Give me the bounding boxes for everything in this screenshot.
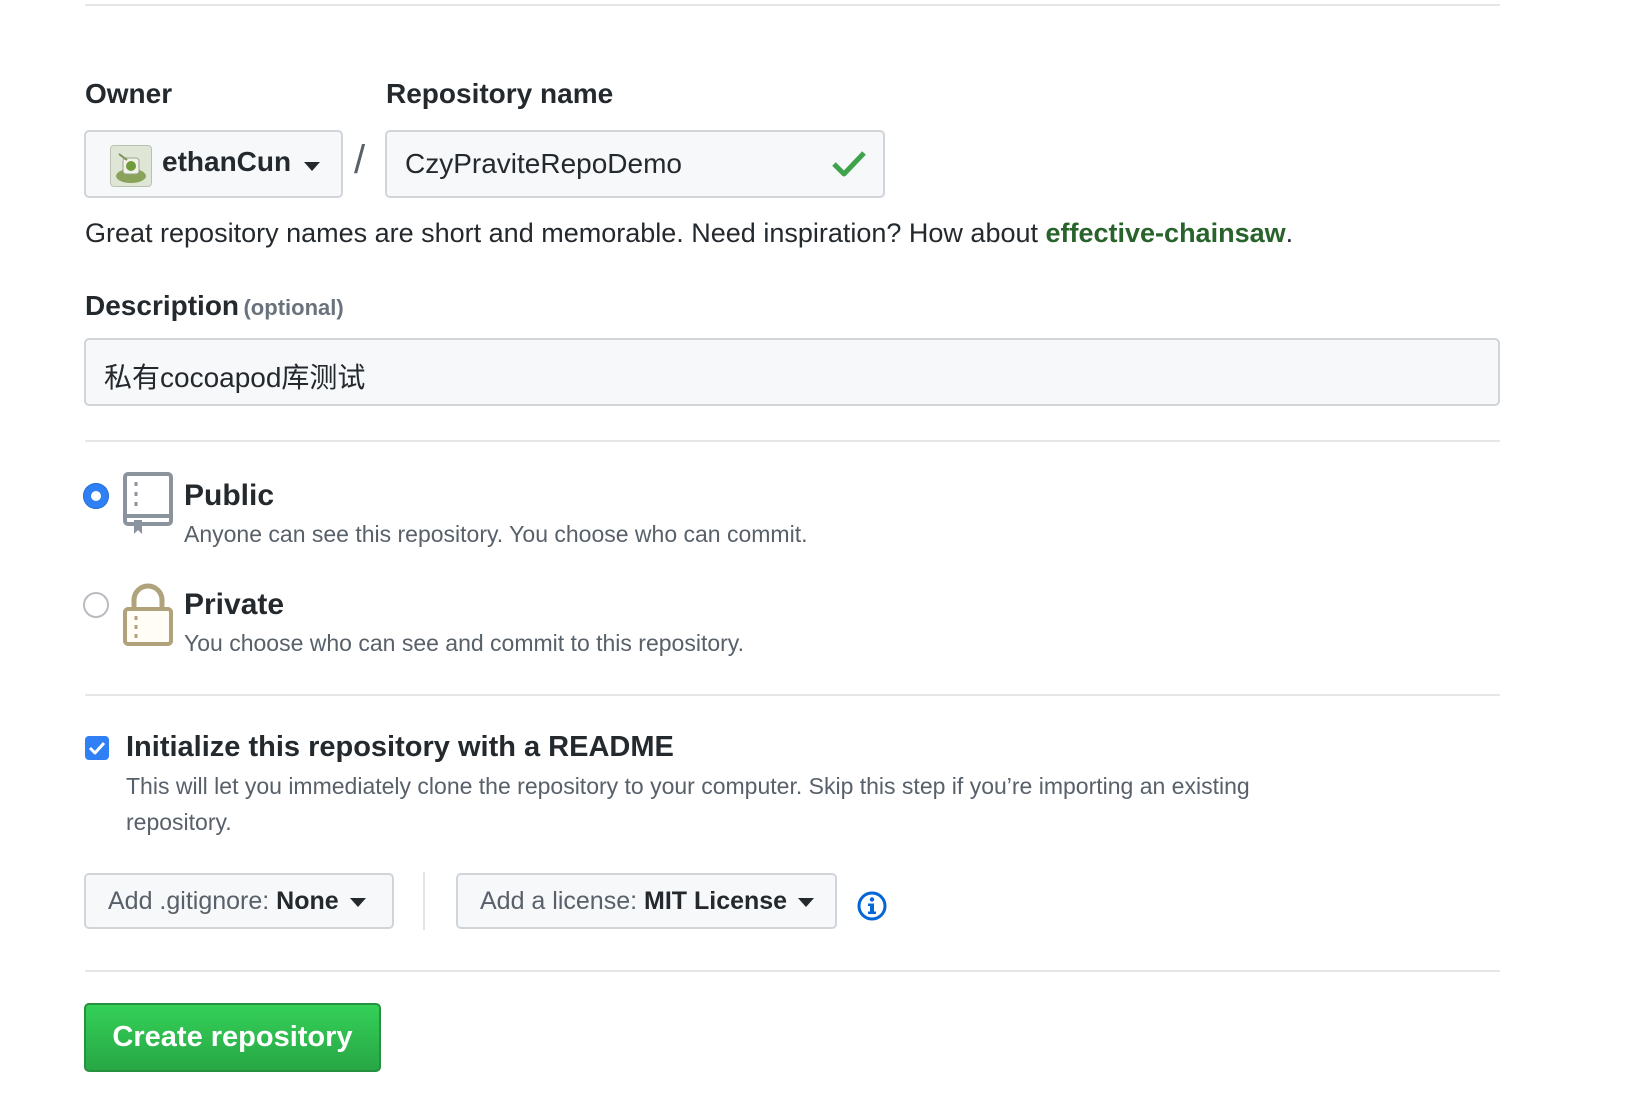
public-title: Public: [184, 479, 275, 512]
private-desc: You choose who can see and commit to thi…: [184, 630, 744, 656]
select-separator: [423, 872, 425, 930]
repo-name-hint: Great repository names are short and mem…: [85, 218, 1293, 249]
description-optional: (optional): [243, 295, 344, 320]
description-input[interactable]: 私有cocoapod库测试: [84, 338, 1500, 406]
private-radio[interactable]: [83, 592, 109, 618]
license-key: Add a license:: [480, 887, 638, 915]
description-value: 私有cocoapod库测试: [104, 362, 366, 393]
divider-visibility: [85, 440, 1500, 442]
checkmark-icon: [88, 741, 106, 755]
readme-desc-line2: repository.: [126, 809, 232, 835]
license-value: MIT License: [644, 887, 788, 915]
divider-create: [85, 970, 1500, 972]
owner-repo-separator: /: [354, 138, 366, 182]
chevron-down-icon: [798, 897, 815, 907]
chevron-down-icon: [349, 897, 366, 907]
suggestion-link[interactable]: effective-chainsaw: [1046, 218, 1286, 248]
gitignore-select[interactable]: Add .gitignore: None: [84, 873, 394, 929]
create-repository-button[interactable]: Create repository: [84, 1003, 381, 1072]
gitignore-key: Add .gitignore:: [108, 887, 270, 915]
chevron-down-icon: [304, 162, 320, 171]
gitignore-value: None: [276, 887, 339, 915]
repo-name-value: CzyPraviteRepoDemo: [405, 148, 682, 179]
repo-name-label: Repository name: [386, 78, 614, 109]
repo-name-input[interactable]: CzyPraviteRepoDemo: [385, 130, 885, 198]
owner-name: ethanCun: [162, 146, 292, 177]
hint-suffix: .: [1285, 218, 1294, 248]
license-select[interactable]: Add a license: MIT License: [456, 873, 837, 929]
description-label: Description (optional): [85, 290, 344, 322]
top-divider: [85, 4, 1500, 6]
readme-desc-line1: This will let you immediately clone the …: [126, 773, 1250, 799]
hint-text: Great repository names are short and mem…: [85, 218, 1046, 248]
description-title: Description: [85, 290, 240, 321]
avatar-image: [111, 146, 151, 186]
readme-checkbox[interactable]: [85, 736, 109, 760]
check-icon: [832, 151, 866, 177]
readme-title: Initialize this repository with a README: [126, 731, 674, 763]
public-radio[interactable]: [83, 483, 109, 509]
owner-label: Owner: [85, 78, 173, 109]
divider-readme: [85, 694, 1500, 696]
lock-icon: [123, 583, 173, 646]
owner-dropdown[interactable]: ethanCun: [84, 130, 343, 198]
owner-avatar: [110, 145, 152, 187]
info-icon[interactable]: [856, 890, 888, 922]
public-desc: Anyone can see this repository. You choo…: [184, 521, 808, 547]
private-title: Private: [184, 588, 285, 621]
repo-book-icon: [123, 472, 173, 534]
